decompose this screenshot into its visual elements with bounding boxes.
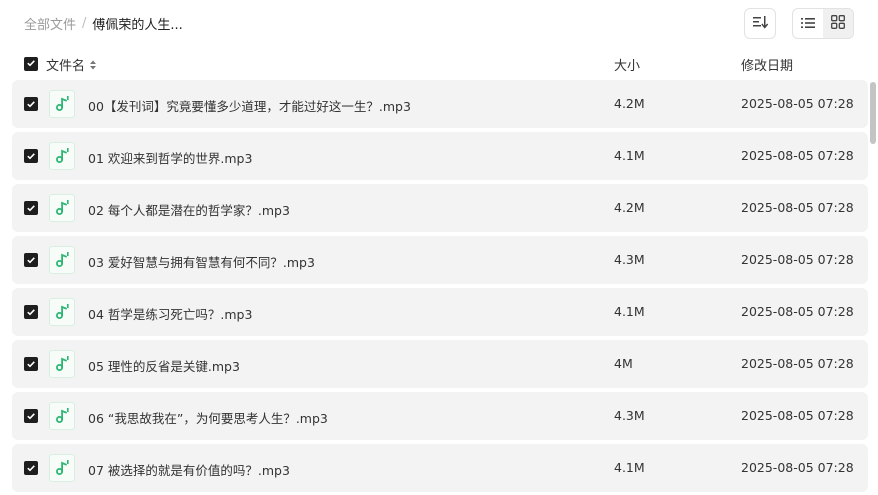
file-modified-date: 2025-08-05 07:28 (741, 148, 854, 163)
checkmark-icon (26, 409, 36, 424)
file-row[interactable]: 07 被选择的就是有价值的吗？.mp3 4.1M 2025-08-05 07:28 (12, 444, 868, 492)
sort-lines-icon (752, 14, 769, 33)
column-header-size[interactable]: 大小 (614, 55, 640, 74)
file-name[interactable]: 06 “我思故我在”，为何要思考人生？.mp3 (88, 408, 328, 427)
checkmark-icon (26, 253, 36, 268)
file-size: 4.1M (614, 148, 645, 163)
audio-file-icon (49, 298, 75, 326)
audio-file-icon (49, 142, 75, 170)
file-name[interactable]: 04 哲学是练习死亡吗？.mp3 (88, 304, 252, 323)
file-modified-date: 2025-08-05 07:28 (741, 96, 854, 111)
row-checkbox[interactable] (24, 461, 38, 475)
checkmark-icon (26, 57, 36, 72)
file-size: 4.3M (614, 408, 645, 423)
file-size: 4.2M (614, 96, 645, 111)
list-view-button[interactable] (793, 9, 823, 38)
file-size: 4.2M (614, 200, 645, 215)
audio-file-icon (49, 454, 75, 482)
file-row[interactable]: 01 欢迎来到哲学的世界.mp3 4.1M 2025-08-05 07:28 (12, 132, 868, 180)
file-row[interactable]: 05 理性的反省是关键.mp3 4M 2025-08-05 07:28 (12, 340, 868, 388)
file-size: 4.1M (614, 304, 645, 319)
file-modified-date: 2025-08-05 07:28 (741, 304, 854, 319)
row-checkbox[interactable] (24, 201, 38, 215)
select-all-checkbox[interactable] (24, 57, 38, 71)
audio-file-icon (49, 402, 75, 430)
scrollbar-thumb[interactable] (870, 82, 876, 144)
grid-view-icon (831, 14, 845, 33)
row-checkbox[interactable] (24, 253, 38, 267)
checkmark-icon (26, 461, 36, 476)
checkmark-icon (26, 305, 36, 320)
file-row[interactable]: 06 “我思故我在”，为何要思考人生？.mp3 4.3M 2025-08-05 07… (12, 392, 868, 440)
file-modified-date: 2025-08-05 07:28 (741, 356, 854, 371)
audio-file-icon (49, 90, 75, 118)
checkmark-icon (26, 357, 36, 372)
breadcrumb-root-link[interactable]: 全部文件 (24, 14, 76, 33)
grid-view-button[interactable] (823, 9, 853, 38)
row-checkbox[interactable] (24, 409, 38, 423)
breadcrumb-current-folder: 傅佩荣的人生... (92, 18, 183, 33)
file-name[interactable]: 05 理性的反省是关键.mp3 (88, 356, 240, 375)
audio-file-icon (49, 246, 75, 274)
file-row[interactable]: 04 哲学是练习死亡吗？.mp3 4.1M 2025-08-05 07:28 (12, 288, 868, 336)
file-size: 4.3M (614, 252, 645, 267)
file-size: 4M (614, 356, 633, 371)
file-name[interactable]: 00【发刊词】究竟要懂多少道理，才能过好这一生？.mp3 (88, 96, 411, 115)
column-header-modified[interactable]: 修改日期 (741, 55, 793, 74)
breadcrumb: 全部文件 / 傅佩荣的人生... (24, 14, 183, 33)
list-view-icon (801, 14, 815, 33)
file-list: 00【发刊词】究竟要懂多少道理，才能过好这一生？.mp3 4.2M 2025-08-… (12, 80, 868, 495)
breadcrumb-separator: / (82, 16, 87, 31)
column-header-row: 文件名 大小 修改日期 (0, 52, 878, 76)
row-checkbox[interactable] (24, 97, 38, 111)
view-toggle (792, 8, 854, 39)
file-modified-date: 2025-08-05 07:28 (741, 252, 854, 267)
row-checkbox[interactable] (24, 149, 38, 163)
file-modified-date: 2025-08-05 07:28 (741, 408, 854, 423)
column-header-name-label: 文件名 (46, 59, 86, 74)
file-row[interactable]: 02 每个人都是潜在的哲学家？.mp3 4.2M 2025-08-05 07:28 (12, 184, 868, 232)
row-checkbox[interactable] (24, 305, 38, 319)
file-size: 4.1M (614, 460, 645, 475)
top-bar: 全部文件 / 傅佩荣的人生... (0, 0, 878, 48)
file-name[interactable]: 02 每个人都是潜在的哲学家？.mp3 (88, 200, 290, 219)
checkmark-icon (26, 201, 36, 216)
file-name[interactable]: 03 爱好智慧与拥有智慧有何不同？.mp3 (88, 252, 315, 271)
checkmark-icon (26, 149, 36, 164)
file-name[interactable]: 07 被选择的就是有价值的吗？.mp3 (88, 460, 290, 479)
column-header-name[interactable]: 文件名 (46, 55, 97, 74)
file-name[interactable]: 01 欢迎来到哲学的世界.mp3 (88, 148, 252, 167)
audio-file-icon (49, 350, 75, 378)
file-modified-date: 2025-08-05 07:28 (741, 200, 854, 215)
file-row[interactable]: 00【发刊词】究竟要懂多少道理，才能过好这一生？.mp3 4.2M 2025-08-… (12, 80, 868, 128)
row-checkbox[interactable] (24, 357, 38, 371)
sort-button[interactable] (744, 8, 776, 39)
checkmark-icon (26, 97, 36, 112)
sort-caret-icon (89, 59, 97, 71)
file-row[interactable]: 03 爱好智慧与拥有智慧有何不同？.mp3 4.3M 2025-08-05 07:2… (12, 236, 868, 284)
audio-file-icon (49, 194, 75, 222)
file-modified-date: 2025-08-05 07:28 (741, 460, 854, 475)
